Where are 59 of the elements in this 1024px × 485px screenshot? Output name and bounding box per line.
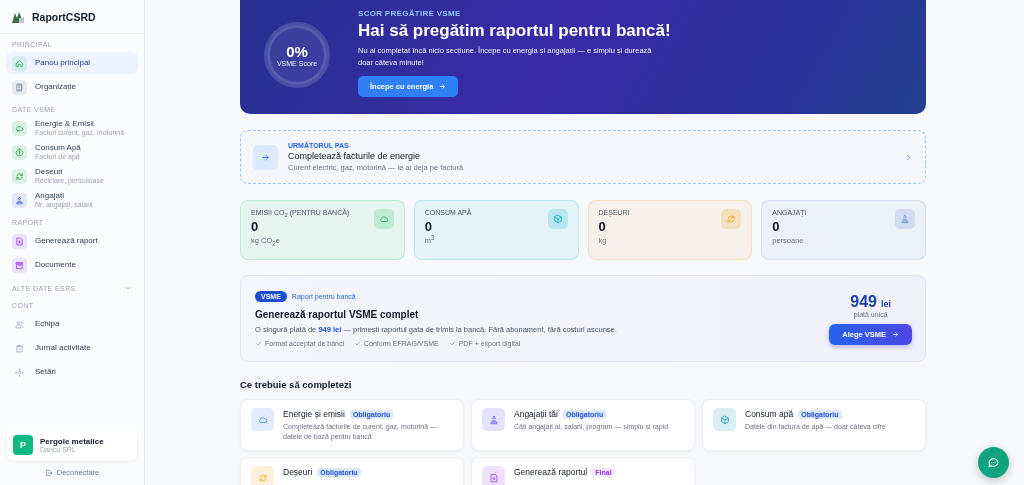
archive-icon (15, 260, 24, 270)
stat-value: 0 (772, 219, 781, 234)
document-icon (15, 236, 24, 246)
task-title: Energie și emisii (283, 409, 345, 419)
building-icon (15, 82, 24, 92)
drop-icon (15, 147, 24, 157)
score-value: 0% (286, 43, 308, 60)
stat-value: 0 (598, 219, 607, 234)
section-toggle[interactable] (124, 284, 132, 292)
offer-title: Generează raportul VSME complet (255, 308, 420, 320)
team-icon (15, 319, 24, 329)
organization-avatar: P (13, 435, 33, 455)
home-icon (15, 58, 24, 68)
person-icon (15, 195, 24, 205)
sidebar-item[interactable]: Echipa (6, 313, 138, 335)
person-icon (900, 214, 910, 224)
price-value: 949 (850, 292, 877, 311)
recycle-icon (15, 171, 24, 181)
price-currency: lei (880, 298, 891, 309)
sidebar-item[interactable]: Organizație (6, 76, 138, 98)
check-icon (448, 339, 456, 347)
arrow-icon (439, 82, 447, 90)
sidebar-item[interactable]: Jurnal activitate (6, 337, 138, 359)
check-icon (255, 339, 262, 347)
logout-icon (44, 468, 53, 477)
person-icon (488, 414, 499, 425)
task-title: Angajații tăi (514, 409, 558, 419)
organization-name: Pergole metalice (40, 437, 104, 446)
chevron-icon (124, 284, 132, 292)
sidebar-item[interactable]: Panou principal (6, 52, 138, 74)
cloud-icon (378, 214, 389, 224)
clipboard-icon (15, 343, 24, 353)
document-icon (488, 472, 499, 483)
chat-button[interactable] (978, 447, 1009, 478)
section-title: Ce trebuie să completezi (240, 379, 353, 390)
sidebar-item[interactable]: Generează raport (6, 230, 138, 252)
chevron-right-icon (904, 152, 913, 162)
chat-icon (987, 456, 1000, 469)
task-title: Consum apă (745, 409, 794, 419)
recycle-icon (257, 472, 268, 483)
check-icon (354, 339, 361, 347)
cloud-icon (15, 123, 24, 133)
cloud-icon (257, 414, 268, 425)
sidebar-item[interactable]: Setări (6, 361, 138, 383)
next-step-title: Completează facturile de energie (288, 151, 422, 161)
brand-name: RaportCSRD (32, 10, 96, 23)
recycle-icon (726, 214, 737, 224)
stat-value: 0 (251, 219, 260, 234)
sidebar-item[interactable]: Documente (6, 254, 138, 276)
task-title: Deșeuri (283, 467, 313, 477)
cube-icon (719, 414, 730, 425)
gear-icon (15, 367, 24, 377)
cube-icon (552, 214, 563, 224)
arrow-icon (261, 152, 270, 162)
hero-eyebrow: SCOR PREGĂTIRE VSME (358, 9, 462, 19)
task-title: Generează raportul (514, 467, 588, 477)
arrow-icon (892, 330, 899, 338)
stat-value: 0 (424, 219, 433, 234)
hero-title: Hai să pregătim raportul pentru bancă! (358, 21, 671, 42)
